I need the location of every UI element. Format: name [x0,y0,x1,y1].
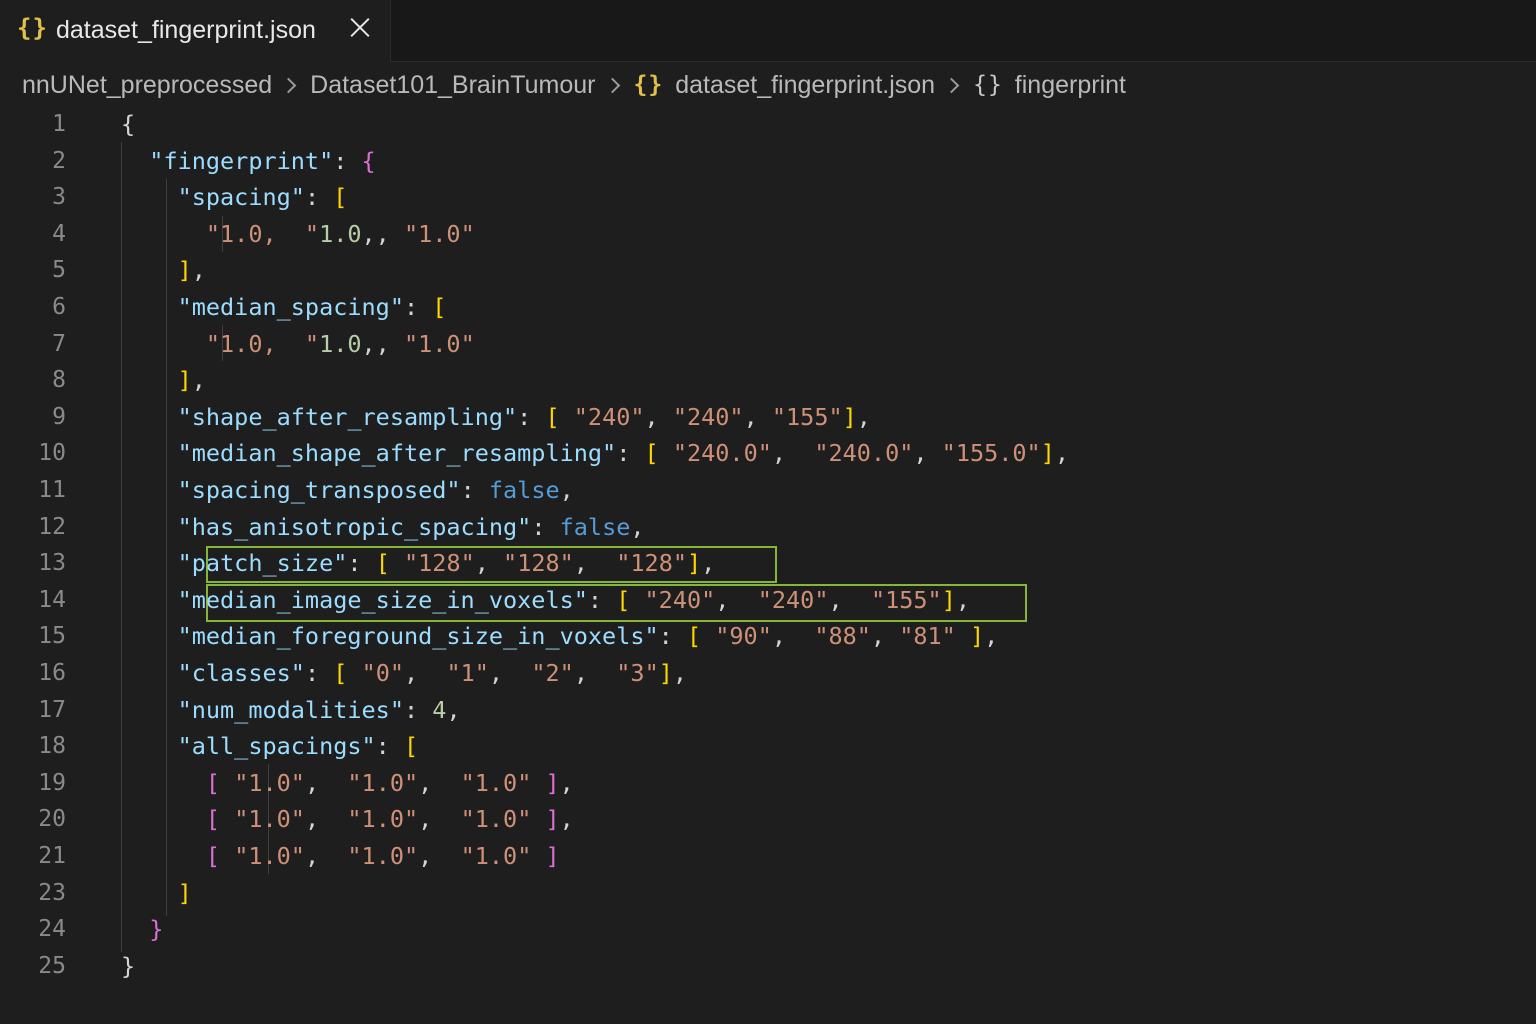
code-line: 11 "spacing_transposed": false, [0,472,1536,509]
code-line: 12 "has_anisotropic_spacing": false, [0,509,1536,546]
code-line: 25 } [0,948,1536,985]
code-line: 5 ], [0,252,1536,289]
code-text: ] [177,878,192,907]
line-number: 10 [38,440,66,467]
code-line: 2 "fingerprint": { [0,143,1536,180]
code-text: [ "1.0", "1.0", "1.0" ], [205,805,574,834]
line-number: 15 [38,623,66,650]
object-braces-icon: {} [973,72,1003,98]
code-line: 1 { [0,106,1536,143]
line-number: 21 [38,843,66,869]
code-text: "has_anisotropic_spacing": false, [177,512,645,541]
code-text: "num_modalities": 4, [177,695,461,724]
code-line: 6 "median_spacing": [ [0,289,1536,326]
line-number: 25 [38,952,66,979]
code-text: "shape_after_resampling": [ "240", "240"… [177,402,871,431]
line-number: 2 [52,147,66,174]
code-text: "spacing": [ [177,183,348,212]
line-number: 8 [52,367,66,394]
code-text: [ "1.0", "1.0", "1.0" ], [205,768,574,797]
code-text: "all_spacings": [ [177,732,419,761]
json-braces-icon: {} [17,14,48,42]
code-line: 4 "1.0, "1.0,, "1.0" [0,216,1536,253]
code-editor[interactable]: 1 { 2 "fingerprint": { 3 "spacing": [ 4 … [0,106,1536,1024]
code-text: "classes": [ "0", "1", "2", "3"], [177,659,688,687]
line-number: 1 [52,111,66,137]
line-number: 13 [38,550,66,577]
line-number: 9 [52,403,66,430]
code-line: 24 } [0,911,1536,948]
line-number: 20 [38,806,66,833]
line-number: 11 [38,477,66,503]
code-line: 18 "all_spacings": [ [0,728,1536,765]
line-number: 3 [52,184,66,211]
breadcrumb-item-file[interactable]: dataset_fingerprint.json [675,71,935,100]
code-line: 14 "median_image_size_in_voxels": [ "240… [0,582,1536,619]
line-number: 23 [38,879,66,906]
json-braces-icon: {} [633,72,664,98]
code-text: ], [177,256,206,285]
chevron-right-icon [280,77,297,93]
close-icon[interactable] [347,14,373,40]
line-number: 12 [38,513,66,540]
breadcrumb-item-nnunet-preprocessed[interactable]: nnUNet_preprocessed [22,71,272,100]
code-line: 3 "spacing": [ [0,179,1536,216]
code-line: 20 [ "1.0", "1.0", "1.0" ], [0,801,1536,838]
code-text: { [121,110,136,138]
line-number: 5 [52,257,66,284]
code-text: "spacing_transposed": false, [177,476,574,504]
code-line: 19 [ "1.0", "1.0", "1.0" ], [0,765,1536,802]
code-text: "median_image_size_in_voxels": [ "240", … [177,585,970,614]
code-line: 16 "classes": [ "0", "1", "2", "3"], [0,655,1536,692]
breadcrumb-item-dataset[interactable]: Dataset101_BrainTumour [310,71,595,100]
tab-bar: {} dataset_fingerprint.json [0,0,1536,62]
line-number: 19 [38,769,66,796]
code-text: "1.0, "1.0,, "1.0" [205,329,475,358]
line-number: 16 [38,660,66,686]
line-number: 7 [52,330,66,357]
breadcrumb: nnUNet_preprocessed Dataset101_BrainTumo… [22,68,1126,102]
code-text: "median_spacing": [ [177,293,447,321]
code-text: "1.0, "1.0,, "1.0" [205,219,475,248]
code-line: 15 "median_foreground_size_in_voxels": [… [0,618,1536,655]
chevron-right-icon [943,77,960,93]
line-number: 4 [52,220,66,247]
code-text: "patch_size": [ "128", "128", "128"], [177,549,716,578]
code-text: } [121,951,136,980]
line-number: 17 [38,696,66,723]
code-text: "fingerprint": { [149,146,376,175]
code-line: 10 "median_shape_after_resampling": [ "2… [0,435,1536,472]
code-text: "median_foreground_size_in_voxels": [ "9… [177,622,999,651]
code-text: ], [177,366,206,395]
code-text: } [149,915,164,944]
code-line: 7 "1.0, "1.0,, "1.0" [0,326,1536,363]
code-line: 21 [ "1.0", "1.0", "1.0" ] [0,838,1536,875]
line-number: 14 [38,586,66,613]
line-number: 24 [38,916,66,943]
line-number: 18 [38,733,66,760]
breadcrumb-item-fingerprint[interactable]: fingerprint [1015,71,1126,100]
code-line: 8 ], [0,362,1536,399]
code-line: 9 "shape_after_resampling": [ "240", "24… [0,399,1536,436]
code-line: 13 "patch_size": [ "128", "128", "128"], [0,545,1536,582]
code-line: 23 ] [0,875,1536,912]
line-number: 6 [52,294,66,320]
code-line: 17 "num_modalities": 4, [0,692,1536,729]
tab-label: dataset_fingerprint.json [56,16,316,44]
tab-bar-divider [390,61,1536,62]
code-text: "median_shape_after_resampling": [ "240.… [177,439,1070,468]
chevron-right-icon [604,77,620,93]
code-text: [ "1.0", "1.0", "1.0" ] [205,842,560,870]
tab-dataset-fingerprint[interactable]: {} dataset_fingerprint.json [0,0,391,62]
